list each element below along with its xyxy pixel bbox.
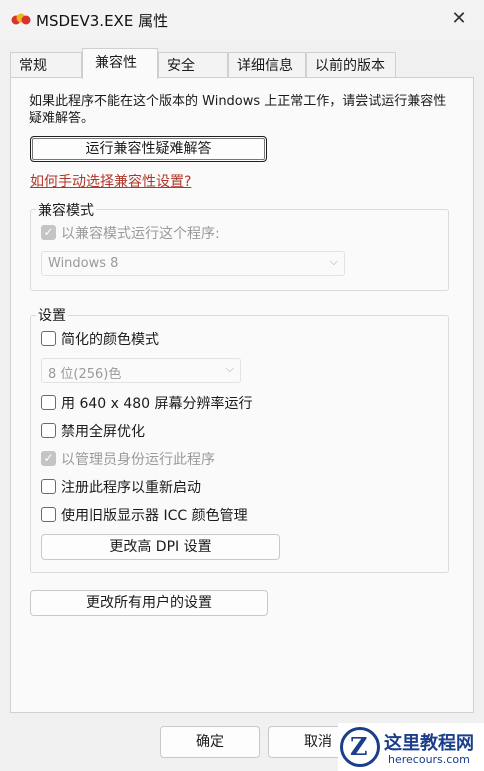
reduced-color-label: 简化的颜色模式 — [61, 332, 159, 348]
compat-description: 如果此程序不能在这个版本的 Windows 上正常工作，请尝试运行兼容性疑难解答… — [29, 94, 447, 126]
close-icon[interactable]: ✕ — [448, 8, 470, 30]
compat-mode-checkbox[interactable]: ✓ — [41, 225, 56, 240]
compat-mode-checkbox-label: 以兼容模式运行这个程序: — [61, 226, 220, 242]
disable-fullscreen-checkbox[interactable] — [41, 423, 56, 438]
run-troubleshooter-button[interactable]: 运行兼容性疑难解答 — [30, 136, 267, 162]
tab-details[interactable]: 详细信息 — [228, 52, 306, 78]
run-as-admin-label: 以管理员身份运行此程序 — [61, 452, 215, 468]
tab-strip: 常规 兼容性 安全 详细信息 以前的版本 — [0, 48, 484, 79]
chevron-down-icon: ⌵ — [329, 255, 338, 268]
title-bar: MSDEV3.EXE 属性 ✕ — [0, 0, 484, 40]
resolution-640-checkbox[interactable] — [41, 395, 56, 410]
legacy-icc-label: 使用旧版显示器 ICC 颜色管理 — [61, 508, 248, 524]
ok-button[interactable]: 确定 — [160, 726, 260, 758]
window-title: MSDEV3.EXE 属性 — [36, 12, 169, 30]
watermark-title: 这里教程网 — [384, 733, 474, 754]
register-restart-label: 注册此程序以重新启动 — [61, 480, 201, 496]
tab-previous-versions[interactable]: 以前的版本 — [306, 52, 396, 78]
watermark: Z 这里教程网 herecours.com — [338, 723, 484, 771]
watermark-subtitle: herecours.com — [388, 753, 470, 766]
tab-security[interactable]: 安全 — [158, 52, 228, 78]
app-icon — [11, 13, 31, 25]
tab-compatibility[interactable]: 兼容性 — [82, 48, 158, 79]
compat-mode-label: 兼容模式 — [36, 200, 96, 220]
change-dpi-button[interactable]: 更改高 DPI 设置 — [41, 534, 280, 560]
change-all-users-button[interactable]: 更改所有用户的设置 — [30, 590, 268, 616]
legacy-icc-checkbox[interactable] — [41, 507, 56, 522]
disable-fullscreen-label: 禁用全屏优化 — [61, 424, 145, 440]
run-as-admin-checkbox[interactable]: ✓ — [41, 451, 56, 466]
watermark-logo-icon: Z — [340, 727, 380, 767]
register-restart-checkbox[interactable] — [41, 479, 56, 494]
compat-mode-group — [30, 209, 449, 291]
manual-compat-link[interactable]: 如何手动选择兼容性设置? — [30, 171, 191, 191]
compat-os-select[interactable]: Windows 8 ⌵ — [41, 251, 345, 276]
color-mode-select[interactable]: 8 位(256)色 ⌵ — [41, 358, 241, 383]
tab-general[interactable]: 常规 — [10, 52, 82, 78]
reduced-color-checkbox[interactable] — [41, 331, 56, 346]
chevron-down-icon: ⌵ — [225, 362, 234, 375]
resolution-640-label: 用 640 x 480 屏幕分辨率运行 — [61, 396, 253, 412]
settings-label: 设置 — [36, 305, 68, 325]
